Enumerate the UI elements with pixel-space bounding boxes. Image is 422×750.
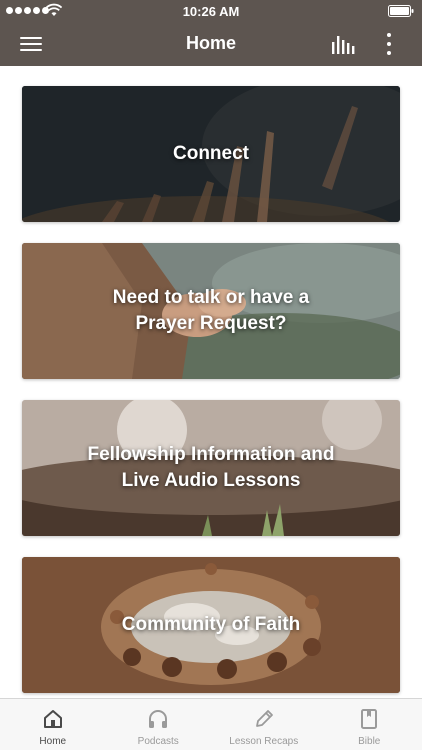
tab-lesson-recaps[interactable]: Lesson Recaps xyxy=(211,699,317,750)
app-header: Home xyxy=(0,22,422,66)
more-options-button[interactable] xyxy=(380,31,398,57)
page-title: Home xyxy=(185,33,236,53)
community-card[interactable]: Community of Faith xyxy=(22,557,400,693)
battery-icon xyxy=(388,5,414,17)
tab-bible-label: Bible xyxy=(358,736,381,747)
tab-lesson-recaps-label: Lesson Recaps xyxy=(229,736,299,747)
pencil-icon xyxy=(255,710,273,727)
status-time: 10:26 AM xyxy=(182,4,240,19)
community-card-title: Community of Faith xyxy=(121,614,301,635)
headphones-icon xyxy=(149,710,168,728)
fellowship-card[interactable]: Fellowship Information and Live Audio Le… xyxy=(22,400,400,536)
tab-bible[interactable]: Bible xyxy=(317,699,422,750)
connect-card[interactable]: Connect xyxy=(22,86,400,222)
home-content: Connect Need to talk or have a Prayer Re… xyxy=(0,66,422,698)
tab-podcasts[interactable]: Podcasts xyxy=(106,699,212,750)
menu-button[interactable] xyxy=(18,32,46,56)
prayer-request-card-title: Need to talk or have a Prayer Request? xyxy=(112,287,310,334)
tab-home-label: Home xyxy=(39,736,67,747)
connect-card-title: Connect xyxy=(173,143,249,164)
fellowship-card-title: Fellowship Information and Live Audio Le… xyxy=(87,444,335,491)
tab-bar: Home Podcasts Lesson Recaps Bible xyxy=(0,698,422,750)
prayer-request-card[interactable]: Need to talk or have a Prayer Request? xyxy=(22,243,400,379)
audio-bars-icon[interactable] xyxy=(330,33,356,55)
book-icon xyxy=(361,709,378,729)
status-bar: 10:26 AM xyxy=(0,0,422,22)
tab-podcasts-label: Podcasts xyxy=(137,736,179,747)
tab-home[interactable]: Home xyxy=(0,699,106,750)
home-icon xyxy=(43,710,62,728)
